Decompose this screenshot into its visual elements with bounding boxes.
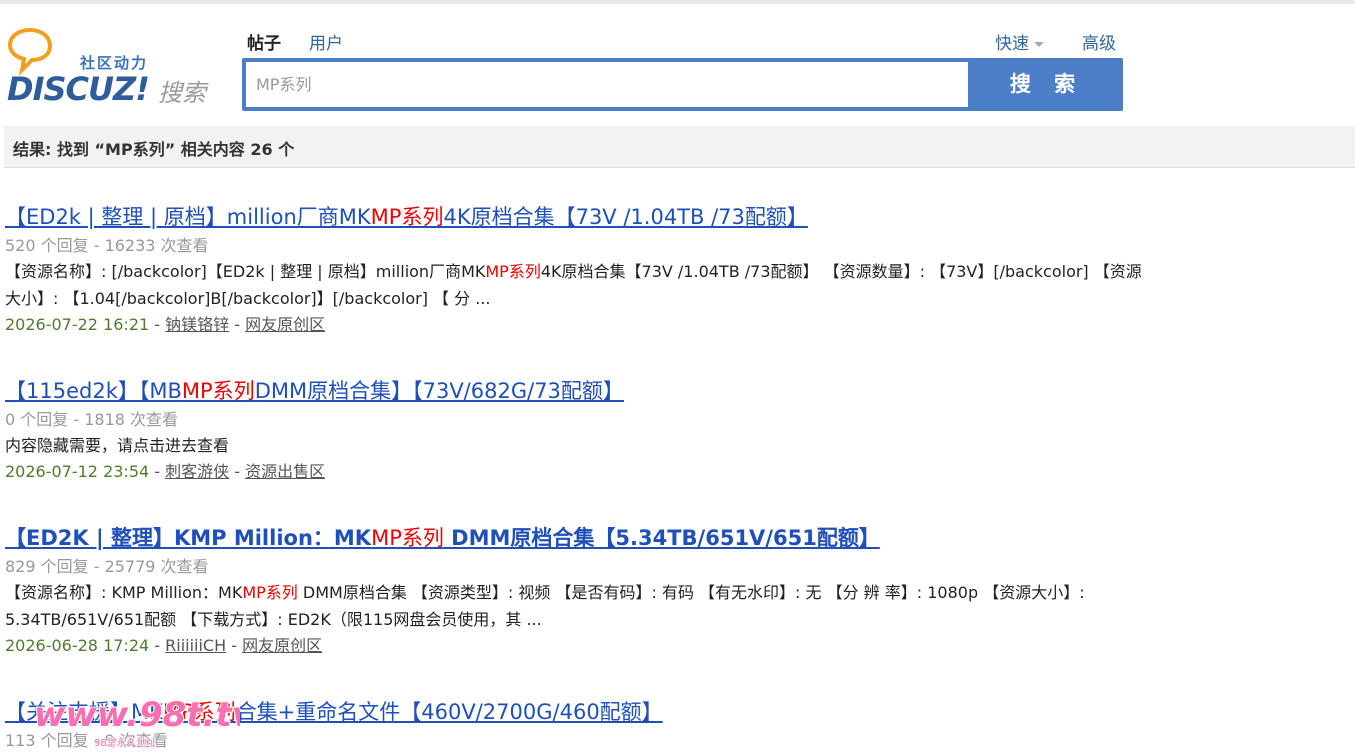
result-meta: 0 个回复 - 1818 次查看: [5, 410, 179, 429]
result-info: 2026-07-12 23:54 - 刺客游侠 - 资源出售区: [5, 462, 326, 481]
result-info: 2026-07-22 16:21 - 钠镁铬锌 - 网友原创区: [5, 315, 326, 334]
result-title[interactable]: 【115ed2k】【MBMP系列DMM原档合集】【73V/682G/73配额】: [5, 376, 624, 406]
quick-label: 快速: [995, 34, 1029, 54]
result-description: 内容隐藏需要，请点击进去查看: [5, 436, 230, 455]
result-item: 【ED2k | 整理 | 原档】million厂商MKMP系列4K原档合集【73…: [5, 202, 1155, 338]
author-link[interactable]: 钠镁铬锌: [165, 315, 229, 334]
logo-brand: DISCUZ!: [7, 70, 150, 108]
author-link[interactable]: 刺客游侠: [165, 462, 229, 481]
watermark-text: www.98t.tv: [34, 695, 240, 735]
watermark-logo: www.98t.tv 98堂永久地址: [33, 694, 240, 750]
forum-link[interactable]: 网友原创区: [242, 636, 322, 655]
search-button[interactable]: 搜 索: [970, 58, 1123, 111]
result-description: 【资源名称】: KMP Million：MKMP系列 DMM原档合集 【资源类型…: [5, 583, 1085, 629]
result-summary-bar: 结果: 找到 “MP系列” 相关内容 26 个: [4, 126, 1355, 168]
result-item: 【115ed2k】【MBMP系列DMM原档合集】【73V/682G/73配额】 …: [5, 376, 1155, 485]
result-title[interactable]: 【ED2k | 整理 | 原档】million厂商MKMP系列4K原档合集【73…: [5, 202, 808, 232]
result-date: 2026-07-12 23:54: [5, 462, 150, 481]
result-summary: 结果: 找到 “MP系列” 相关内容 26 个: [13, 140, 295, 159]
discuz-logo[interactable]: 社区动力 DISCUZ! 搜索: [6, 26, 221, 108]
result-item: 【ED2K | 整理】KMP Million：MKMP系列 DMM原档合集【5.…: [5, 523, 1155, 659]
tab-posts[interactable]: 帖子: [247, 29, 281, 54]
forum-link[interactable]: 资源出售区: [245, 462, 325, 481]
search-input[interactable]: MP系列: [246, 62, 968, 107]
tab-users[interactable]: 用户: [309, 29, 343, 54]
forum-link[interactable]: 网友原创区: [245, 315, 325, 334]
result-description: 【资源名称】: [/backcolor]【ED2k | 整理 | 原档】mill…: [5, 262, 1142, 308]
logo-subtitle: 搜索: [158, 79, 206, 107]
watermark-subtext: 98堂永久地址: [94, 736, 157, 749]
result-info: 2026-06-28 17:24 - RiiiiiiCH - 网友原创区: [5, 636, 323, 655]
result-meta: 520 个回复 - 16233 次查看: [5, 236, 209, 255]
top-border: [0, 0, 1355, 4]
author-link[interactable]: RiiiiiiCH: [165, 636, 226, 655]
quick-dropdown[interactable]: 快速: [995, 29, 1044, 54]
result-title[interactable]: 【ED2K | 整理】KMP Million：MKMP系列 DMM原档合集【5.…: [5, 523, 880, 553]
advanced-search-link[interactable]: 高级: [1082, 29, 1116, 54]
result-date: 2026-06-28 17:24: [5, 636, 150, 655]
result-meta: 829 个回复 - 25779 次查看: [5, 557, 209, 576]
chevron-down-icon: [1034, 41, 1044, 47]
result-date: 2026-07-22 16:21: [5, 315, 150, 334]
